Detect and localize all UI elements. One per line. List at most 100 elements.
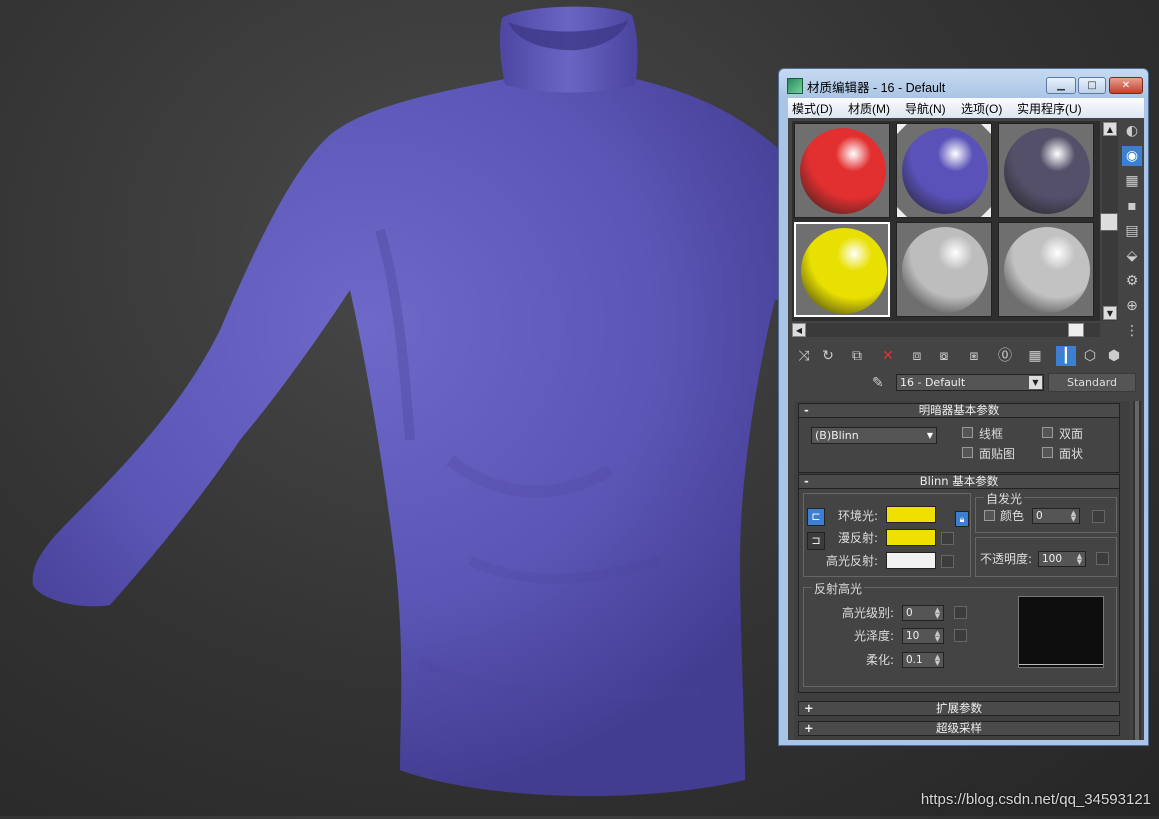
extended-params-rollout-header[interactable]: + 扩展参数 [798, 701, 1120, 716]
diffuse-map-button[interactable] [941, 532, 954, 545]
supersampling-rollout-header[interactable]: + 超级采样 [798, 721, 1120, 736]
make-unique-icon[interactable]: ⧇ [934, 346, 954, 366]
self-illum-map-button[interactable] [1092, 510, 1105, 523]
show-shaded-in-viewport-icon[interactable]: ▦ [1025, 346, 1045, 366]
make-preview-icon[interactable]: ⬙ [1122, 246, 1142, 266]
go-to-parent-icon[interactable]: ⬡ [1080, 346, 1100, 366]
glossiness-spinner[interactable]: 10 ▲ ▼ [902, 628, 944, 644]
menu-mode[interactable]: 模式(D) [792, 100, 833, 117]
assign-to-selection-icon[interactable]: ⧉ [847, 346, 867, 366]
make-copy-icon[interactable]: ⧈ [907, 346, 927, 366]
glossiness-map-button[interactable] [954, 629, 967, 642]
menu-utilities[interactable]: 实用程序(U) [1017, 100, 1082, 117]
specular-level-map-button[interactable] [954, 606, 967, 619]
get-material-icon[interactable]: ⤨ [794, 346, 814, 366]
specular-map-button[interactable] [941, 555, 954, 568]
go-forward-to-sibling-icon[interactable]: ⬢ [1104, 346, 1124, 366]
shader-rollout-body: (B)Blinn ▼ 线框 双面 面贴图 面状 [798, 418, 1120, 473]
sample-type-icon[interactable]: ◐ [1122, 121, 1142, 141]
opacity-map-button[interactable] [1096, 552, 1109, 565]
sample-sphere [801, 228, 887, 314]
editor-client-area: ▲ ▼ ◀ ◐ ◉ ▦ ▪ ▤ ⬙ ⚙ ⊕ ⋮ ⤨ ↻ ⧉ ✕ ⧈ ⧇ ⧆ ⓪ … [788, 118, 1144, 740]
background-checker-icon[interactable]: ▦ [1122, 171, 1142, 191]
backlight-icon[interactable]: ◉ [1122, 146, 1142, 166]
color-group: ⊏ ⊐ 环境光: 漫反射: 高光反射: [803, 493, 971, 577]
scroll-up-icon[interactable]: ▲ [1103, 122, 1117, 136]
menu-material[interactable]: 材质(M) [848, 100, 890, 117]
ambient-color-swatch[interactable] [886, 506, 936, 523]
sample-slot[interactable] [794, 123, 890, 218]
rollout-panel: - 明暗器基本参数 (B)Blinn ▼ 线框 双面 面贴图 面状 - Blin… [794, 401, 1130, 740]
scroll-down-icon[interactable]: ▼ [1103, 306, 1117, 320]
specular-label: 高光反射: [825, 554, 878, 568]
rollout-title: 扩展参数 [936, 701, 982, 715]
two-sided-checkbox[interactable] [1042, 427, 1053, 438]
spinner-arrows-icon[interactable]: ▲ ▼ [933, 654, 942, 667]
show-end-result-icon[interactable]: ┃ [1056, 346, 1076, 366]
scroll-left-icon[interactable]: ◀ [792, 323, 806, 337]
spinner-arrows-icon[interactable]: ▲ ▼ [933, 630, 942, 643]
specular-level-spinner[interactable]: 0 ▲ ▼ [902, 605, 944, 621]
menu-options[interactable]: 选项(O) [961, 100, 1002, 117]
diffuse-specular-lock-icon[interactable]: ⊐ [807, 532, 825, 550]
glossiness-value: 10 [906, 630, 920, 642]
shader-rollout-header[interactable]: - 明暗器基本参数 [798, 403, 1120, 418]
sample-slot[interactable] [998, 222, 1094, 317]
diffuse-color-swatch[interactable] [886, 529, 936, 546]
self-illumination-title: 自发光 [984, 490, 1025, 507]
lock-icon[interactable]: 🔒︎ [955, 511, 969, 527]
self-illum-spinner[interactable]: 0 ▲ ▼ [1032, 508, 1080, 524]
spinner-arrows-icon[interactable]: ▲ ▼ [933, 607, 942, 620]
put-to-library-icon[interactable]: ⧆ [964, 346, 984, 366]
reset-map-icon[interactable]: ✕ [878, 346, 898, 366]
video-color-check-icon[interactable]: ▤ [1122, 221, 1142, 241]
opacity-group: 不透明度: 100 ▲ ▼ [975, 537, 1117, 577]
close-button[interactable]: ✕ [1109, 77, 1143, 94]
shader-type-combo[interactable]: (B)Blinn ▼ [811, 427, 937, 444]
menu-navigation[interactable]: 导航(N) [905, 100, 946, 117]
options-icon[interactable]: ⚙ [1122, 271, 1142, 291]
minimize-button[interactable]: ▁ [1046, 77, 1076, 94]
rollout-toggle: + [804, 701, 814, 715]
specular-color-swatch[interactable] [886, 552, 936, 569]
sample-slot[interactable] [998, 123, 1094, 218]
hot-material-corner [897, 207, 907, 217]
shader-type-text: (B)Blinn [815, 429, 859, 442]
face-map-checkbox[interactable] [962, 447, 973, 458]
eyedropper-icon[interactable]: ✎ [872, 375, 884, 391]
spinner-arrows-icon[interactable]: ▲ ▼ [1075, 553, 1084, 566]
material-type-button[interactable]: Standard [1048, 373, 1136, 392]
soften-spinner[interactable]: 0.1 ▲ ▼ [902, 652, 944, 668]
slot-size-toggle-icon[interactable] [1100, 213, 1118, 231]
specular-highlights-title: 反射高光 [812, 580, 865, 597]
slots-horizontal-scrollbar[interactable]: ◀ [792, 323, 1100, 337]
sample-slot[interactable] [896, 222, 992, 317]
wire-checkbox[interactable] [962, 427, 973, 438]
maximize-button[interactable]: □ [1078, 77, 1106, 94]
scroll-thumb[interactable] [1135, 401, 1139, 740]
sample-uv-tiling-icon[interactable]: ▪ [1122, 196, 1142, 216]
material-map-navigator-icon[interactable]: ⋮ [1122, 321, 1142, 341]
sample-slot-active[interactable] [794, 222, 890, 317]
put-to-scene-icon[interactable]: ↻ [818, 346, 838, 366]
sample-slot[interactable] [896, 123, 992, 218]
self-illum-color-label: 颜色 [1000, 509, 1025, 523]
rollout-scrollbar[interactable] [1133, 401, 1141, 740]
sample-sphere [1004, 227, 1090, 313]
self-illum-color-checkbox[interactable] [984, 510, 995, 521]
select-by-material-icon[interactable]: ⊕ [1122, 296, 1142, 316]
opacity-spinner[interactable]: 100 ▲ ▼ [1038, 551, 1086, 567]
material-name-combo[interactable]: 16 - Default ▼ [896, 374, 1044, 391]
wire-label: 线框 [979, 427, 1004, 441]
material-id-channel-icon[interactable]: ⓪ [995, 346, 1015, 366]
chevron-down-icon[interactable]: ▼ [1029, 376, 1042, 389]
sample-sphere [902, 227, 988, 313]
faceted-checkbox[interactable] [1042, 447, 1053, 458]
scroll-thumb[interactable] [1068, 323, 1084, 337]
blinn-rollout-header[interactable]: - Blinn 基本参数 [798, 474, 1120, 489]
spinner-arrows-icon[interactable]: ▲ ▼ [1069, 510, 1078, 523]
highlight-curve-graph [1018, 596, 1104, 668]
ambient-diffuse-lock-icon[interactable]: ⊏ [807, 508, 825, 526]
material-editor-window: 材质编辑器 - 16 - Default ▁ □ ✕ 模式(D) 材质(M) 导… [778, 68, 1149, 746]
title-bar[interactable]: 材质编辑器 - 16 - Default ▁ □ ✕ [779, 69, 1148, 99]
